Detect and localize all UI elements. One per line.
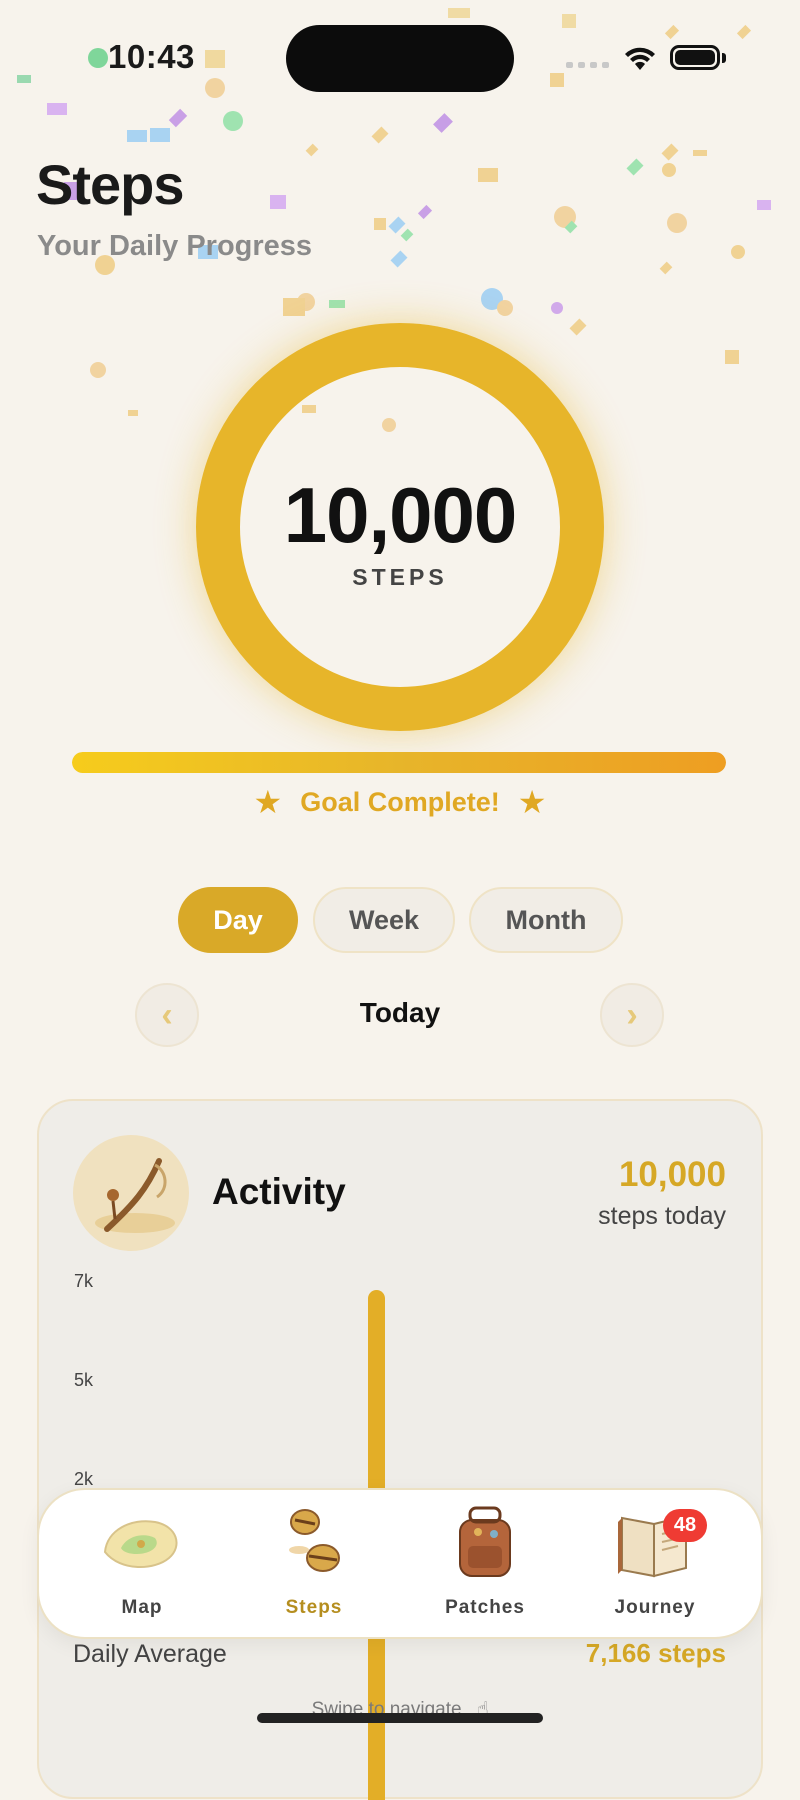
tab-map[interactable]: Map [62,1500,222,1630]
cellular-icon [566,62,609,68]
daily-average-value: 7,166 steps [585,1638,726,1668]
tab-patches-label: Patches [445,1597,525,1618]
indicator-dot [88,48,108,68]
tab-month[interactable]: Month [469,887,623,953]
home-indicator[interactable] [257,1713,543,1723]
ring-step-count: 10,000 [283,471,518,559]
dynamic-island [286,25,514,92]
tab-map-label: Map [121,1597,163,1618]
tab-steps[interactable]: Steps [234,1500,394,1630]
walking-stick-icon [73,1135,189,1251]
goal-progress-bar [72,752,726,773]
tab-week[interactable]: Week [313,887,455,953]
tab-steps-label: Steps [285,1597,343,1618]
period-label: Today [359,997,441,1028]
tab-journey-label: Journey [614,1597,696,1618]
activity-caption: steps today [598,1202,726,1230]
y-axis-tick: 7k [74,1271,94,1291]
ring-unit-label: STEPS [352,564,448,590]
activity-step-count: 10,000 [618,1155,726,1194]
battery-icon [670,45,720,70]
battery-tip [722,53,726,63]
star-icon: ★ [253,784,283,820]
wifi-icon [625,47,655,70]
goal-progress-fill [72,752,726,773]
tab-patches[interactable]: Patches [405,1500,565,1630]
page-subtitle: Your Daily Progress [37,230,313,262]
island-map-icon [103,1520,178,1569]
goal-status: ★ Goal Complete! ★ [0,786,800,818]
journey-notification-badge: 48 [663,1509,707,1542]
daily-average-label: Daily Average [73,1640,227,1668]
next-period-button[interactable]: › [600,983,664,1047]
activity-title: Activity [212,1171,346,1212]
star-icon: ★ [517,784,547,820]
y-axis-tick: 2k [74,1469,94,1489]
tab-journey[interactable]: Journey [575,1500,735,1630]
status-time: 10:43 [108,38,195,75]
goal-complete-text: Goal Complete! [300,786,500,817]
chevron-right-icon: › [626,995,638,1034]
tab-day[interactable]: Day [178,887,298,953]
backpack-icon [459,1506,511,1577]
sandals-icon [289,1509,340,1572]
page-title: Steps [36,153,184,216]
y-axis-tick: 5k [74,1370,94,1390]
